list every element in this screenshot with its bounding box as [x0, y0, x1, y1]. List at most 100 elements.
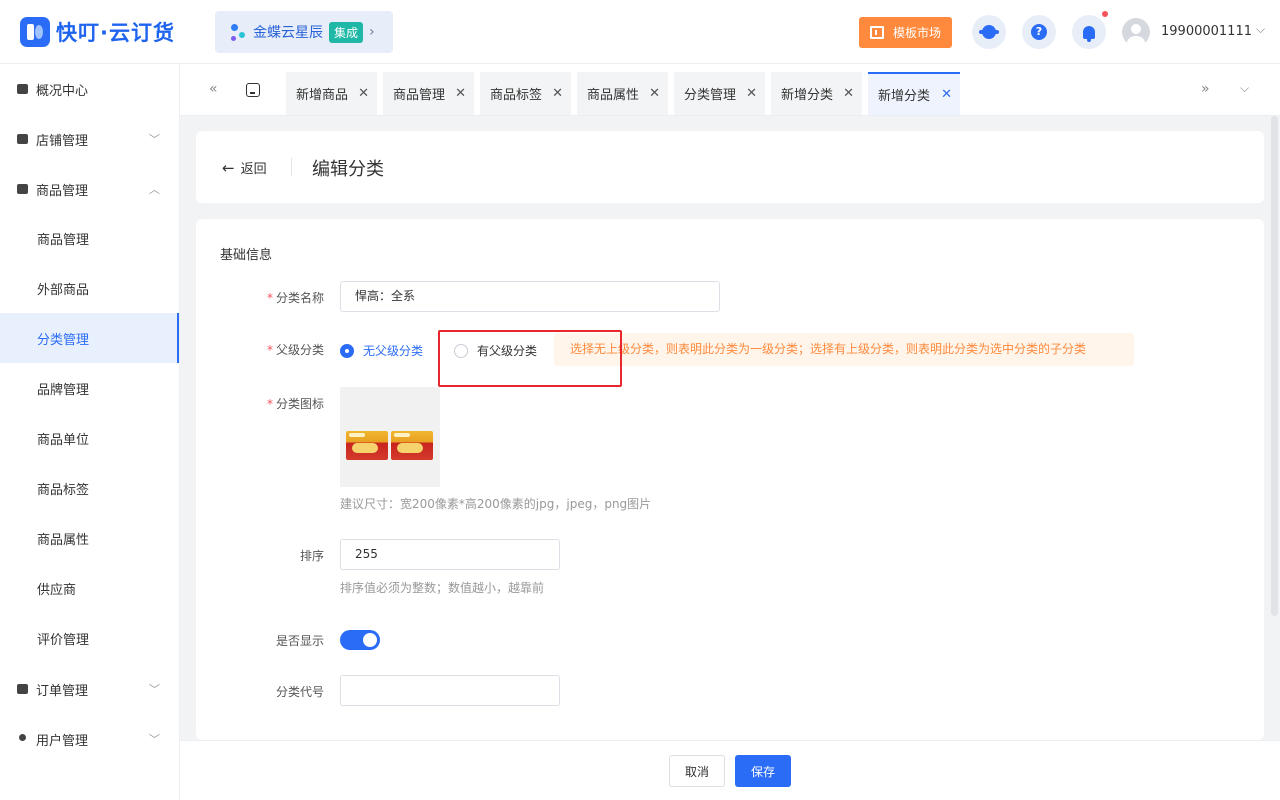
sidebar-sub-label: 商品标签	[37, 482, 90, 498]
sidebar-item-label: 概况中心	[36, 83, 89, 99]
label-text: 分类名称	[275, 291, 324, 305]
sidebar-sub-category[interactable]: 分类管理	[0, 313, 179, 363]
scrollbar[interactable]	[1271, 116, 1278, 616]
tab-goods-manage[interactable]: 商品管理 ✕	[383, 72, 474, 115]
radio-dot	[340, 343, 354, 358]
parent-category-label: * 父级分类	[266, 343, 324, 357]
sidebar-sub-review[interactable]: 评价管理	[0, 613, 179, 663]
chevron-up-icon: ︿	[149, 183, 160, 196]
home-icon[interactable]	[246, 83, 260, 97]
arrow-left-icon: ←	[222, 158, 235, 177]
tab-label: 新增分类	[781, 88, 834, 103]
sidebar-item-orders[interactable]: 订单管理 ﹀	[0, 664, 179, 714]
back-label: 返回	[240, 162, 267, 177]
headset-icon	[979, 25, 999, 39]
sidebar-sub-tag[interactable]: 商品标签	[0, 463, 179, 513]
sidebar-item-label: 商品管理	[36, 183, 89, 199]
chevron-down-icon: ﹀	[149, 733, 160, 746]
title-divider	[291, 158, 292, 176]
category-icon-image[interactable]	[340, 387, 440, 487]
briefcase-icon	[17, 184, 28, 194]
tab-label: 分类管理	[684, 88, 737, 103]
sidebar-sub-label: 商品管理	[37, 232, 90, 248]
sidebar: 概况中心 店铺管理 ﹀ 商品管理 ︿ 商品管理 外部商品 分类管理 品牌管理 商…	[0, 64, 180, 800]
tab-label: 新增商品	[296, 88, 349, 103]
notification-button[interactable]	[1072, 15, 1106, 49]
sidebar-item-label: 用户管理	[36, 733, 89, 749]
chevron-down-icon: ﹀	[149, 683, 160, 696]
customer-service-button[interactable]	[972, 15, 1006, 49]
sidebar-item-goods[interactable]: 商品管理 ︿	[0, 164, 179, 214]
sidebar-sub-label: 评价管理	[37, 632, 90, 648]
logo-icon	[20, 17, 50, 47]
tab-bar: « 新增商品 ✕ 商品管理 ✕ 商品标签 ✕ 商品属性 ✕ 分类管理 ✕ 新增分类 ✕ 新增…	[180, 64, 1280, 116]
save-button[interactable]: 保存	[735, 755, 791, 787]
radio-no-parent[interactable]: 无父级分类	[340, 342, 423, 359]
tab-label: 新增分类	[878, 89, 931, 104]
close-icon[interactable]: ✕	[746, 86, 757, 101]
sidebar-sub-label: 品牌管理	[37, 382, 90, 398]
section-title: 基础信息	[220, 248, 273, 263]
form-card: 基础信息 * 分类名称 悍高：全系 * 父级分类 无父级分类 有父级分类 选择无上级…	[196, 219, 1264, 740]
highlight-box	[438, 330, 622, 387]
lock-icon	[17, 84, 28, 94]
bell-icon	[1083, 25, 1095, 42]
form-footer: 取消 保存	[180, 740, 1280, 800]
tabs-scroll-left-icon[interactable]: «	[209, 81, 218, 97]
tab-goods-attribute[interactable]: 商品属性 ✕	[577, 72, 668, 115]
tab-goods-tag[interactable]: 商品标签 ✕	[480, 72, 571, 115]
app-logo[interactable]: 快叮·云订货	[20, 17, 175, 47]
integration-name: 金蝶云星辰	[253, 25, 323, 41]
template-market-label: 模板市场	[892, 26, 941, 40]
store-icon	[17, 134, 28, 144]
sidebar-item-users[interactable]: 用户管理 ﹀	[0, 714, 179, 764]
tabs-menu-chevron-down-icon[interactable]: ⌵	[1240, 81, 1249, 96]
question-icon: ?	[1031, 24, 1047, 40]
tabs-scroll-right-icon[interactable]: »	[1201, 81, 1210, 97]
close-icon[interactable]: ✕	[843, 86, 854, 101]
sort-input[interactable]: 255	[340, 539, 560, 570]
sidebar-sub-attribute[interactable]: 商品属性	[0, 513, 179, 563]
sidebar-sub-supplier[interactable]: 供应商	[0, 563, 179, 613]
tab-category-manage[interactable]: 分类管理 ✕	[674, 72, 765, 115]
radio-label: 无父级分类	[363, 344, 424, 358]
close-icon[interactable]: ✕	[649, 86, 660, 101]
user-icon	[19, 734, 26, 741]
avatar[interactable]	[1122, 18, 1150, 46]
tab-label: 商品属性	[587, 88, 640, 103]
tab-add-goods[interactable]: 新增商品 ✕	[286, 72, 377, 115]
close-icon[interactable]: ✕	[455, 86, 466, 101]
chevron-right-icon: ›	[369, 24, 375, 40]
sidebar-sub-label: 外部商品	[37, 282, 90, 298]
tab-add-category[interactable]: 新增分类 ✕	[771, 72, 862, 115]
label-text: 父级分类	[275, 343, 324, 357]
close-icon[interactable]: ✕	[941, 87, 952, 102]
display-label: 是否显示	[275, 634, 324, 648]
help-button[interactable]: ?	[1022, 15, 1056, 49]
sidebar-item-store[interactable]: 店铺管理 ﹀	[0, 114, 179, 164]
sidebar-sub-brand[interactable]: 品牌管理	[0, 363, 179, 413]
icon-size-hint: 建议尺寸：宽200像素*高200像素的jpg，jpeg，png图片	[340, 497, 652, 511]
cancel-button[interactable]: 取消	[669, 755, 725, 787]
back-button[interactable]: ← 返回	[222, 158, 267, 178]
template-market-button[interactable]: 模板市场	[859, 17, 952, 48]
page-title: 编辑分类	[312, 159, 384, 180]
close-icon[interactable]: ✕	[552, 86, 563, 101]
user-name[interactable]: 19900001111	[1161, 24, 1252, 39]
category-code-input[interactable]	[340, 675, 560, 706]
close-icon[interactable]: ✕	[358, 86, 369, 101]
sidebar-sub-external-goods[interactable]: 外部商品	[0, 263, 179, 313]
sidebar-sub-goods-manage[interactable]: 商品管理	[0, 213, 179, 263]
sidebar-sub-label: 商品属性	[37, 532, 90, 548]
category-icon-label: * 分类图标	[266, 397, 324, 411]
sidebar-item-label: 订单管理	[36, 683, 89, 699]
integration-switcher[interactable]: 金蝶云星辰 集成 ›	[215, 11, 393, 53]
sidebar-sub-unit[interactable]: 商品单位	[0, 413, 179, 463]
parent-category-hint: 选择无上级分类，则表明此分类为一级分类；选择有上级分类，则表明此分类为选中分类的…	[554, 333, 1134, 366]
chevron-down-icon[interactable]: ⌵	[1256, 22, 1265, 37]
category-code-label: 分类代号	[275, 685, 324, 699]
sidebar-item-overview[interactable]: 概况中心	[0, 64, 179, 114]
tab-add-category-active[interactable]: 新增分类 ✕	[868, 72, 960, 115]
display-toggle[interactable]	[340, 630, 380, 650]
category-name-input[interactable]: 悍高：全系	[340, 281, 720, 312]
